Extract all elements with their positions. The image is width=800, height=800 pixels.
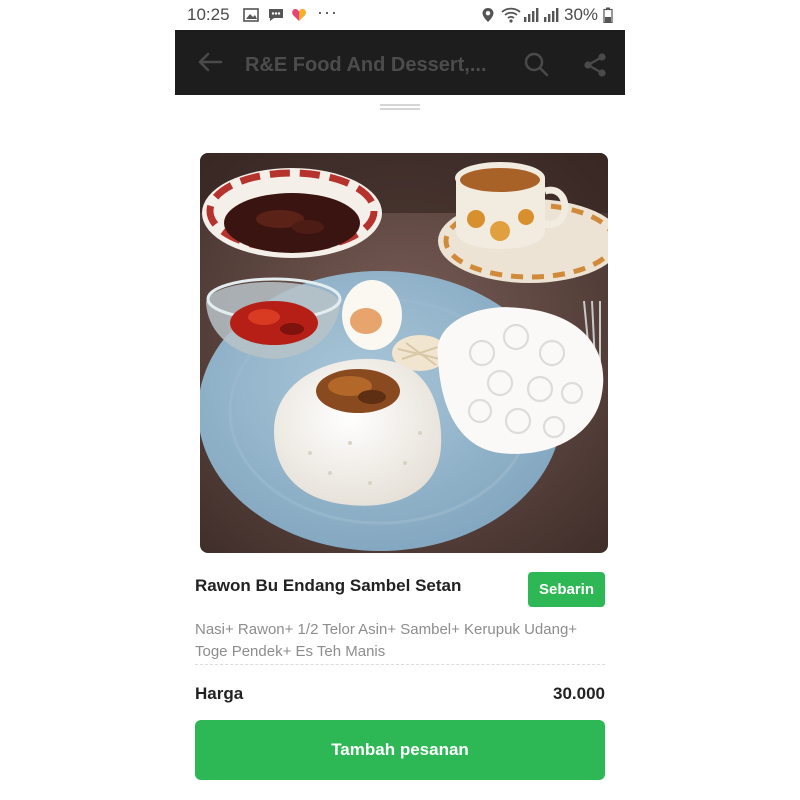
phone-screen: 10:25 ··· 30% R&E Food And Dessert,... R…	[175, 0, 625, 800]
price-value: 30.000	[553, 684, 605, 703]
gallery-icon	[243, 7, 259, 28]
price-label: Harga	[195, 684, 244, 703]
app-header: R&E Food And Dessert,...	[175, 30, 625, 95]
share-icon[interactable]	[582, 52, 608, 83]
item-description: Nasi+ Rawon+ 1/2 Telor Asin+ Sambel+ Ker…	[195, 621, 578, 660]
sheet-drag-handle[interactable]	[380, 104, 420, 110]
add-order-button[interactable]: Tambah pesanan	[195, 720, 605, 780]
status-bar: 10:25 ··· 30%	[175, 0, 625, 30]
message-icon	[267, 7, 285, 28]
heart-app-icon	[291, 7, 307, 28]
status-overflow: ···	[317, 2, 338, 22]
share-button[interactable]: Sebarin	[528, 572, 605, 607]
location-icon	[481, 7, 495, 28]
signal-icon	[523, 7, 563, 28]
search-icon[interactable]	[523, 51, 549, 82]
store-title: R&E Food And Dessert,...	[245, 54, 487, 76]
food-photo	[200, 153, 608, 553]
status-time: 10:25	[187, 5, 230, 24]
battery-percent: 30%	[564, 5, 599, 24]
back-arrow-icon[interactable]	[197, 50, 223, 79]
item-name: Rawon Bu Endang Sambel Setan	[195, 576, 462, 595]
divider	[195, 664, 605, 665]
wifi-icon	[501, 7, 521, 28]
battery-icon	[603, 7, 613, 28]
